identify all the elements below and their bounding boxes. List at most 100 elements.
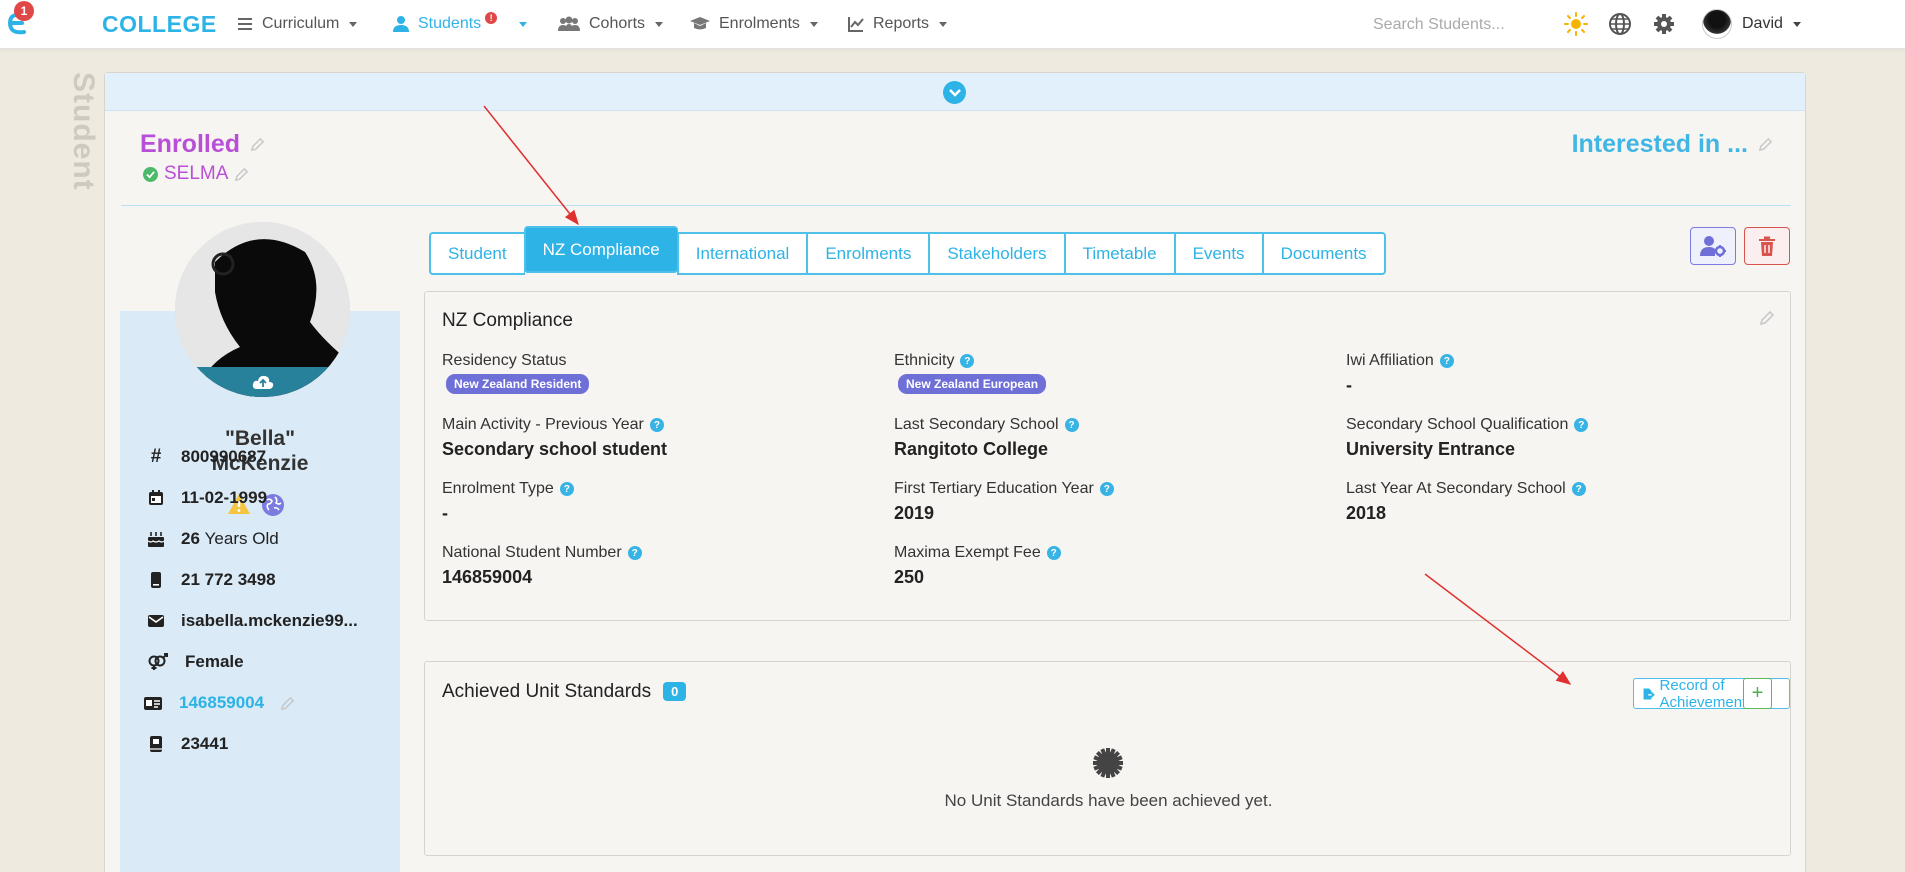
upload-photo-button[interactable] bbox=[175, 367, 350, 397]
tab-events[interactable]: Events bbox=[1173, 232, 1263, 275]
field-nsn: National Student Number? 146859004 bbox=[442, 544, 642, 588]
alert-icon: ! bbox=[485, 12, 498, 24]
student-card: Enrolled SELMA Interested in ... "Bella"… bbox=[104, 72, 1806, 872]
help-icon[interactable]: ? bbox=[559, 482, 574, 496]
nsn-link[interactable]: 146859004 bbox=[179, 693, 264, 713]
collapse-toggle-button[interactable] bbox=[943, 81, 966, 104]
edit-pencil-icon[interactable] bbox=[1759, 310, 1775, 326]
nav-enrolments[interactable]: Enrolments bbox=[689, 14, 818, 34]
globe-icon[interactable] bbox=[1608, 12, 1632, 36]
unit-standards-count: 0 bbox=[663, 682, 687, 702]
field-iwi: Iwi Affiliation? - bbox=[1346, 352, 1454, 396]
email-row: isabella.mckenzie99... bbox=[147, 611, 358, 631]
nav-students[interactable]: Students ! bbox=[392, 12, 528, 34]
help-icon[interactable]: ? bbox=[1099, 482, 1114, 496]
help-icon[interactable]: ? bbox=[1574, 418, 1589, 432]
tab-enrolments[interactable]: Enrolments bbox=[806, 232, 930, 275]
users-icon bbox=[558, 16, 580, 31]
envelope-icon bbox=[148, 615, 164, 627]
nav-curriculum-label: Curriculum bbox=[262, 15, 340, 32]
search-students-input[interactable] bbox=[1373, 13, 1553, 37]
student-tabs: Student NZ Compliance International Enro… bbox=[429, 226, 1386, 275]
mobile-phone-icon bbox=[151, 572, 161, 588]
field-label-text: Secondary School Qualification bbox=[1346, 416, 1569, 433]
help-icon[interactable]: ? bbox=[627, 546, 642, 560]
nsn-row: 146859004 bbox=[143, 693, 295, 713]
user-settings-button[interactable] bbox=[1690, 227, 1736, 265]
add-unit-standard-button[interactable]: + bbox=[1743, 678, 1772, 709]
age-row: 26 Years Old bbox=[147, 529, 279, 549]
field-label-text: Main Activity - Previous Year bbox=[442, 416, 644, 433]
age-number: 26 bbox=[181, 529, 200, 548]
tab-timetable[interactable]: Timetable bbox=[1063, 232, 1175, 275]
field-label-text: National Student Number bbox=[442, 544, 622, 561]
field-value: 2019 bbox=[894, 503, 935, 523]
chevron-down-icon bbox=[349, 21, 358, 27]
gender: Female bbox=[185, 652, 244, 671]
residency-badge: New Zealand Resident bbox=[446, 374, 590, 394]
help-icon[interactable]: ? bbox=[1046, 546, 1061, 560]
field-value: 2018 bbox=[1346, 503, 1387, 523]
field-label: Iwi Affiliation? bbox=[1346, 352, 1454, 370]
field-maxima: Maxima Exempt Fee? 250 bbox=[894, 544, 1061, 588]
nav-curriculum[interactable]: Curriculum bbox=[236, 14, 358, 34]
tab-stakeholders[interactable]: Stakeholders bbox=[928, 232, 1065, 275]
sun-icon[interactable] bbox=[1564, 12, 1588, 36]
panel-title: NZ Compliance bbox=[442, 310, 573, 331]
chevron-down-icon bbox=[1792, 21, 1801, 27]
cloud-upload-icon bbox=[252, 375, 273, 389]
help-icon[interactable]: ? bbox=[1064, 418, 1079, 432]
phone-row: 21 772 3498 bbox=[147, 570, 276, 590]
field-label: Maxima Exempt Fee? bbox=[894, 544, 1061, 562]
interested-label[interactable]: Interested in ... bbox=[1572, 130, 1748, 159]
field-enrolment-type: Enrolment Type? - bbox=[442, 480, 574, 524]
line-chart-icon bbox=[848, 17, 864, 32]
selma-label: SELMA bbox=[164, 163, 229, 184]
edit-pencil-icon[interactable] bbox=[1758, 137, 1773, 152]
birthday-cake-icon bbox=[147, 532, 165, 547]
date-of-birth: 11-02-1999 bbox=[181, 488, 268, 507]
edit-pencil-icon[interactable] bbox=[250, 137, 265, 152]
field-label: Last Secondary School? bbox=[894, 416, 1079, 434]
age-suffix: Years Old bbox=[204, 529, 279, 548]
nav-reports[interactable]: Reports bbox=[847, 14, 948, 34]
help-icon[interactable]: ? bbox=[1439, 354, 1454, 368]
gender-icon bbox=[148, 653, 168, 670]
gear-icon[interactable] bbox=[1652, 12, 1676, 36]
ethnicity-badge: New Zealand European bbox=[898, 374, 1047, 394]
trash-icon bbox=[1759, 236, 1775, 256]
tab-student[interactable]: Student bbox=[429, 232, 525, 275]
field-qualification: Secondary School Qualification? Universi… bbox=[1346, 416, 1589, 460]
user-menu[interactable]: David bbox=[1702, 9, 1801, 39]
tab-nz-compliance[interactable]: NZ Compliance bbox=[523, 226, 678, 273]
field-last-year-school: Last Year At Secondary School? 2018 bbox=[1346, 480, 1586, 524]
avatar bbox=[1702, 9, 1732, 39]
chevron-down-icon bbox=[809, 21, 818, 27]
chevron-down-icon bbox=[655, 21, 664, 27]
tab-documents[interactable]: Documents bbox=[1261, 232, 1386, 275]
graduation-cap-icon bbox=[690, 17, 710, 30]
panel-title: Achieved Unit Standards 0 bbox=[442, 681, 687, 703]
edit-pencil-icon[interactable] bbox=[280, 696, 295, 711]
check-circle-icon bbox=[143, 166, 158, 182]
phone-number[interactable]: 21 772 3498 bbox=[181, 570, 276, 590]
delete-student-button[interactable] bbox=[1744, 227, 1790, 265]
enrolment-status: Enrolled bbox=[140, 130, 265, 159]
nz-compliance-panel: NZ Compliance Residency Status New Zeala… bbox=[424, 291, 1791, 621]
field-label-text: Last Secondary School bbox=[894, 416, 1059, 433]
brand-name[interactable]: COLLEGE bbox=[102, 11, 217, 38]
tab-international[interactable]: International bbox=[676, 232, 808, 275]
field-label: Enrolment Type? bbox=[442, 480, 574, 498]
edit-pencil-icon[interactable] bbox=[234, 167, 249, 182]
help-icon[interactable]: ? bbox=[1571, 482, 1586, 496]
help-icon[interactable]: ? bbox=[960, 354, 975, 368]
card-header bbox=[105, 73, 1805, 111]
help-icon[interactable]: ? bbox=[649, 418, 664, 432]
page-watermark-label: Student bbox=[67, 72, 100, 191]
field-label-text: Ethnicity bbox=[894, 352, 955, 369]
notification-badge[interactable]: 1 bbox=[14, 1, 34, 21]
empty-state-message: No Unit Standards have been achieved yet… bbox=[944, 791, 1273, 810]
nav-cohorts[interactable]: Cohorts bbox=[557, 14, 664, 34]
email-address[interactable]: isabella.mckenzie99... bbox=[181, 611, 358, 631]
field-main-activity: Main Activity - Previous Year? Secondary… bbox=[442, 416, 667, 460]
